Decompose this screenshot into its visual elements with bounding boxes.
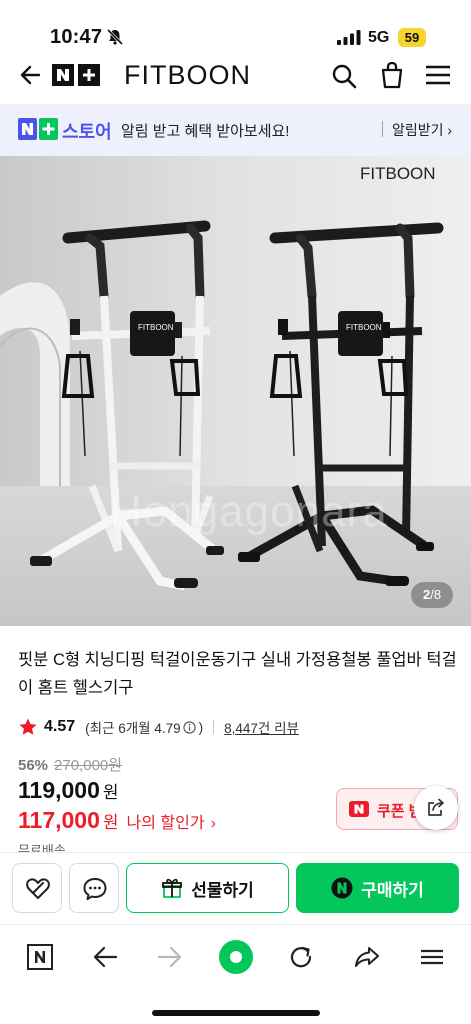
recent-rating-close: ) — [198, 719, 204, 735]
product-image-gallery[interactable]: FITBOON FITBOON FITBOON Hongagonara 2/8 — [0, 156, 471, 626]
notification-banner[interactable]: 스토어 알림 받고 혜택 받아보세요! 알림받기 › — [0, 104, 471, 156]
info-icon[interactable] — [182, 720, 196, 734]
banner-divider — [382, 121, 383, 137]
rating-row: 4.57 (최근 6개월 4.79 ) 8,447건 리뷰 — [18, 716, 299, 738]
review-count-link[interactable]: 8,447건 리뷰 — [224, 717, 299, 737]
talk-bubble-icon — [83, 878, 107, 900]
buy-button[interactable]: 구매하기 — [296, 863, 459, 913]
delivery-info-peek: 무료배송 — [18, 844, 66, 852]
gallery-brand-mark: FITBOON — [360, 164, 436, 183]
bell-muted-icon — [106, 28, 124, 46]
purchase-action-bar: 선물하기 구매하기 — [0, 852, 471, 924]
naver-plus-logo[interactable] — [52, 62, 102, 88]
white-tower-brand-label: FITBOON — [138, 323, 174, 332]
back-icon[interactable] — [91, 943, 119, 971]
gift-label: 선물하기 — [191, 880, 254, 900]
heart-icon — [26, 878, 50, 899]
store-name: 스토어 — [62, 122, 112, 142]
image-total-count: 8 — [433, 587, 442, 602]
buy-label: 구매하기 — [361, 880, 424, 900]
naver-plus-logo — [18, 118, 58, 140]
my-discount-price-link[interactable]: 117,000 원 나의 할인가 › — [18, 807, 216, 834]
discount-rate: 56% — [18, 757, 49, 774]
search-icon[interactable] — [330, 62, 358, 90]
home-indicator[interactable] — [152, 1010, 320, 1016]
rating-divider — [213, 720, 215, 734]
network-label: 5G — [368, 29, 390, 46]
browser-toolbar — [0, 924, 471, 1024]
price-unit: 원 — [102, 783, 119, 802]
sale-price: 117,000 — [18, 807, 100, 833]
forward-icon[interactable] — [156, 943, 184, 971]
sale-price-unit: 원 — [102, 813, 119, 832]
share-button[interactable] — [414, 786, 458, 830]
home-dot-icon[interactable] — [218, 939, 254, 975]
price-row: 119,000 원 — [18, 777, 119, 804]
original-price: 270,000원 — [54, 757, 123, 774]
sale-label: 나의 할인가 — [126, 815, 205, 832]
image-page-counter: 2/8 — [411, 582, 453, 608]
discount-row: 56% 270,000원 — [18, 754, 122, 775]
banner-message: 알림 받고 혜택 받아보세요! — [121, 123, 290, 140]
product-title: 핏분 C형 치닝디핑 턱걸이운동기구 실내 가정용철봉 풀업바 턱걸이 홈트 헬… — [18, 651, 457, 697]
wish-button[interactable] — [12, 863, 62, 913]
share-icon — [428, 798, 444, 816]
notification-subscribe-link[interactable]: 알림받기 › — [392, 120, 452, 140]
status-time: 10:47 — [50, 26, 103, 48]
brand-wordmark[interactable]: FITBOON — [124, 60, 251, 91]
coupon-n-icon — [349, 801, 369, 817]
rating-value: 4.57 — [44, 718, 76, 735]
talk-talk-button[interactable] — [69, 863, 119, 913]
current-price: 119,000 — [18, 777, 100, 803]
signal-icon — [337, 30, 361, 45]
naver-n-icon[interactable] — [26, 943, 54, 971]
naver-pay-icon — [331, 877, 353, 899]
product-photo: FITBOON FITBOON FITBOON Hongagonara — [0, 156, 471, 626]
top-nav: FITBOON — [0, 58, 471, 96]
black-tower-brand-label: FITBOON — [346, 323, 382, 332]
refresh-icon[interactable] — [287, 943, 315, 971]
gift-button[interactable]: 선물하기 — [126, 863, 289, 913]
image-watermark: Hongagonara — [110, 487, 388, 536]
menu-icon[interactable] — [424, 64, 452, 86]
menu-icon[interactable] — [418, 943, 446, 971]
recent-rating: (최근 6개월 4.79 — [85, 721, 181, 736]
back-arrow-icon[interactable] — [16, 62, 42, 88]
battery-indicator: 59 — [398, 28, 426, 47]
gift-icon — [162, 878, 183, 898]
star-icon — [19, 718, 37, 735]
chevron-right-icon: › — [210, 815, 216, 832]
share-arrow-icon[interactable] — [353, 943, 381, 971]
cart-icon[interactable] — [378, 60, 406, 90]
status-bar: 10:47 5G 59 — [0, 0, 471, 58]
